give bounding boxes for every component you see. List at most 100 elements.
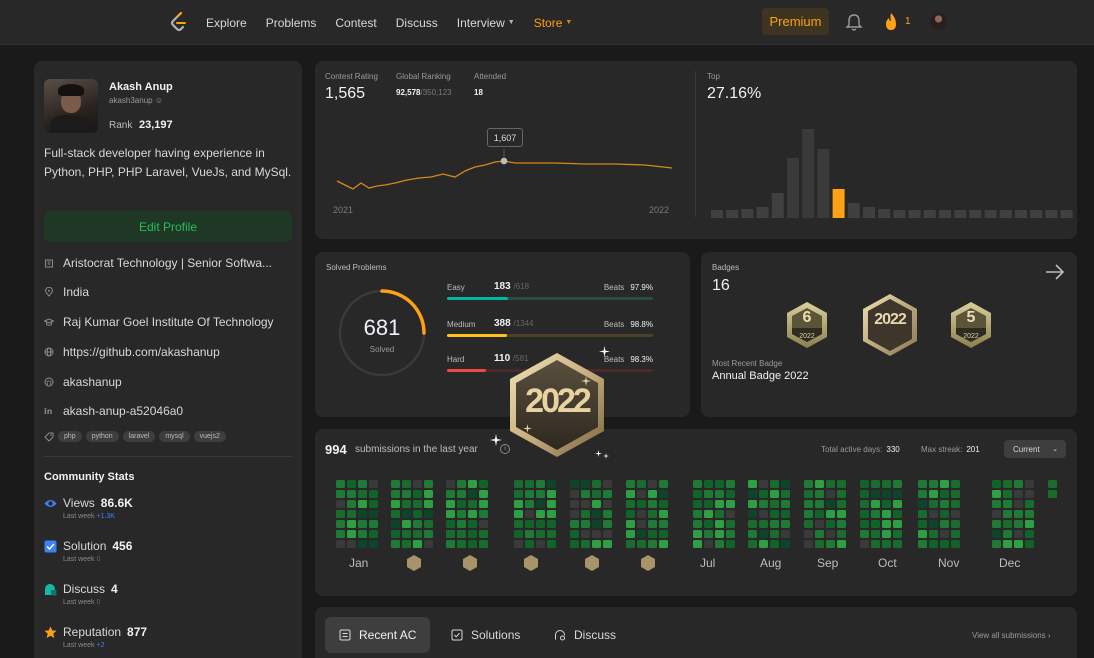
- heatmap-cell: [648, 530, 657, 538]
- heatmap-cell: [715, 500, 724, 508]
- edit-profile-button[interactable]: Edit Profile: [44, 211, 292, 242]
- heatmap-cell: [424, 490, 433, 498]
- skill-tag[interactable]: vuejs2: [193, 431, 226, 442]
- skill-tag[interactable]: mysql: [159, 431, 190, 442]
- chevron-down-icon: ▼: [565, 19, 573, 26]
- nav-explore[interactable]: Explore: [206, 16, 247, 30]
- nav-store[interactable]: Store ▼: [534, 16, 573, 30]
- heatmap-cell: [882, 490, 891, 498]
- nav-problems[interactable]: Problems: [266, 16, 317, 30]
- heatmap-cell: [457, 510, 466, 518]
- linkedin-link[interactable]: akash-anup-a52046a0: [63, 404, 183, 418]
- nav-discuss[interactable]: Discuss: [396, 16, 438, 30]
- monthly-badge-icon[interactable]: [463, 555, 477, 571]
- heatmap-cell: [815, 530, 824, 538]
- premium-button[interactable]: Premium: [762, 8, 829, 35]
- badge-digit: 5: [966, 309, 976, 326]
- nav-contest[interactable]: Contest: [335, 16, 376, 30]
- heatmap-cell: [992, 480, 1001, 488]
- heatmap-cell: [929, 540, 938, 548]
- skill-tag[interactable]: php: [58, 431, 82, 442]
- month-label: Dec: [999, 556, 1021, 570]
- heatmap-cell: [951, 480, 960, 488]
- chevron-down-icon: ▼: [507, 19, 515, 26]
- heatmap-cell: [893, 510, 902, 518]
- heatmap-cell: [992, 490, 1001, 498]
- heatmap-cell: [592, 530, 601, 538]
- tab-discuss[interactable]: Discuss: [540, 617, 630, 653]
- solved-total: 681: [363, 315, 401, 340]
- month-label: Jan: [349, 556, 369, 570]
- heatmap-cell: [918, 490, 927, 498]
- bell-icon[interactable]: [845, 12, 863, 32]
- skill-tag[interactable]: python: [85, 431, 119, 442]
- tab-recent-ac[interactable]: Recent AC: [325, 617, 431, 653]
- view-all-label: View all submissions: [972, 631, 1046, 640]
- heatmap-cell: [715, 490, 724, 498]
- submissions-panel: 994 submissions in the last year i Total…: [315, 429, 1077, 596]
- heatmap-cell: [1014, 510, 1023, 518]
- heatmap-cell: [468, 530, 477, 538]
- github-row[interactable]: akashanup: [44, 375, 294, 389]
- nav-interview[interactable]: Interview ▼: [457, 16, 515, 30]
- heatmap-cell: [748, 520, 757, 528]
- arrow-right-icon[interactable]: [1045, 264, 1065, 280]
- website-link[interactable]: https://github.com/akashanup: [63, 345, 220, 359]
- tab-solutions[interactable]: Solutions: [437, 617, 534, 653]
- month-label: Aug: [760, 556, 782, 570]
- heatmap-cell: [637, 540, 646, 548]
- github-link[interactable]: akashanup: [63, 375, 122, 389]
- heatmap-cell: [659, 510, 668, 518]
- heatmap-cell: [391, 480, 400, 488]
- heatmap-cell: [659, 500, 668, 508]
- month-label: Oct: [878, 556, 897, 570]
- heatmap-cell: [659, 540, 668, 548]
- histogram-bar: [1045, 210, 1058, 218]
- heatmap-cell: [748, 500, 757, 508]
- heatmap-cell: [837, 480, 846, 488]
- ranking-histogram[interactable]: [695, 61, 1077, 239]
- heatmap-cell: [592, 520, 601, 528]
- rating-line-chart[interactable]: [315, 61, 695, 239]
- fire-icon[interactable]: [882, 12, 900, 32]
- heatmap-cell: [570, 540, 579, 548]
- heatmap-cell: [358, 520, 367, 528]
- heatmap-cell: [468, 480, 477, 488]
- monthly-badge-icon[interactable]: [641, 555, 655, 571]
- submission-heatmap[interactable]: [315, 429, 1077, 596]
- heatmap-cell: [369, 530, 378, 538]
- leetcode-logo-icon[interactable]: [168, 11, 190, 33]
- heatmap-cell: [1003, 520, 1012, 528]
- histogram-bar: [756, 207, 769, 218]
- linkedin-row[interactable]: in akash-anup-a52046a0: [44, 404, 294, 418]
- heatmap-cell: [358, 500, 367, 508]
- monthly-badge-icon[interactable]: [524, 555, 538, 571]
- heatmap-cell: [882, 510, 891, 518]
- heatmap-cell: [871, 530, 880, 538]
- heatmap-cell: [413, 530, 422, 538]
- heatmap-cell: [860, 480, 869, 488]
- skill-tag[interactable]: laravel: [122, 431, 156, 442]
- heatmap-cell: [871, 490, 880, 498]
- heatmap-cell: [871, 510, 880, 518]
- heatmap-cell: [347, 510, 356, 518]
- heatmap-cell: [759, 530, 768, 538]
- user-avatar-small[interactable]: [930, 13, 947, 30]
- heatmap-cell: [468, 520, 477, 528]
- heatmap-cell: [918, 500, 927, 508]
- community-stats-title: Community Stats: [44, 471, 135, 483]
- heatmap-cell: [547, 530, 556, 538]
- heatmap-cell: [815, 500, 824, 508]
- sparkle-icon: [595, 450, 602, 457]
- heatmap-cell: [525, 530, 534, 538]
- website-row[interactable]: https://github.com/akashanup: [44, 345, 294, 359]
- heatmap-cell: [547, 510, 556, 518]
- heatmap-cell: [748, 540, 757, 548]
- view-all-submissions-link[interactable]: View all submissions ›: [972, 631, 1051, 640]
- tab-label: Discuss: [574, 628, 617, 642]
- histogram-bar-highlight: [832, 189, 845, 218]
- monthly-badge-icon[interactable]: [407, 555, 421, 571]
- heatmap-cell: [1048, 490, 1057, 498]
- monthly-badge-icon[interactable]: [585, 555, 599, 571]
- heatmap-cell: [525, 540, 534, 548]
